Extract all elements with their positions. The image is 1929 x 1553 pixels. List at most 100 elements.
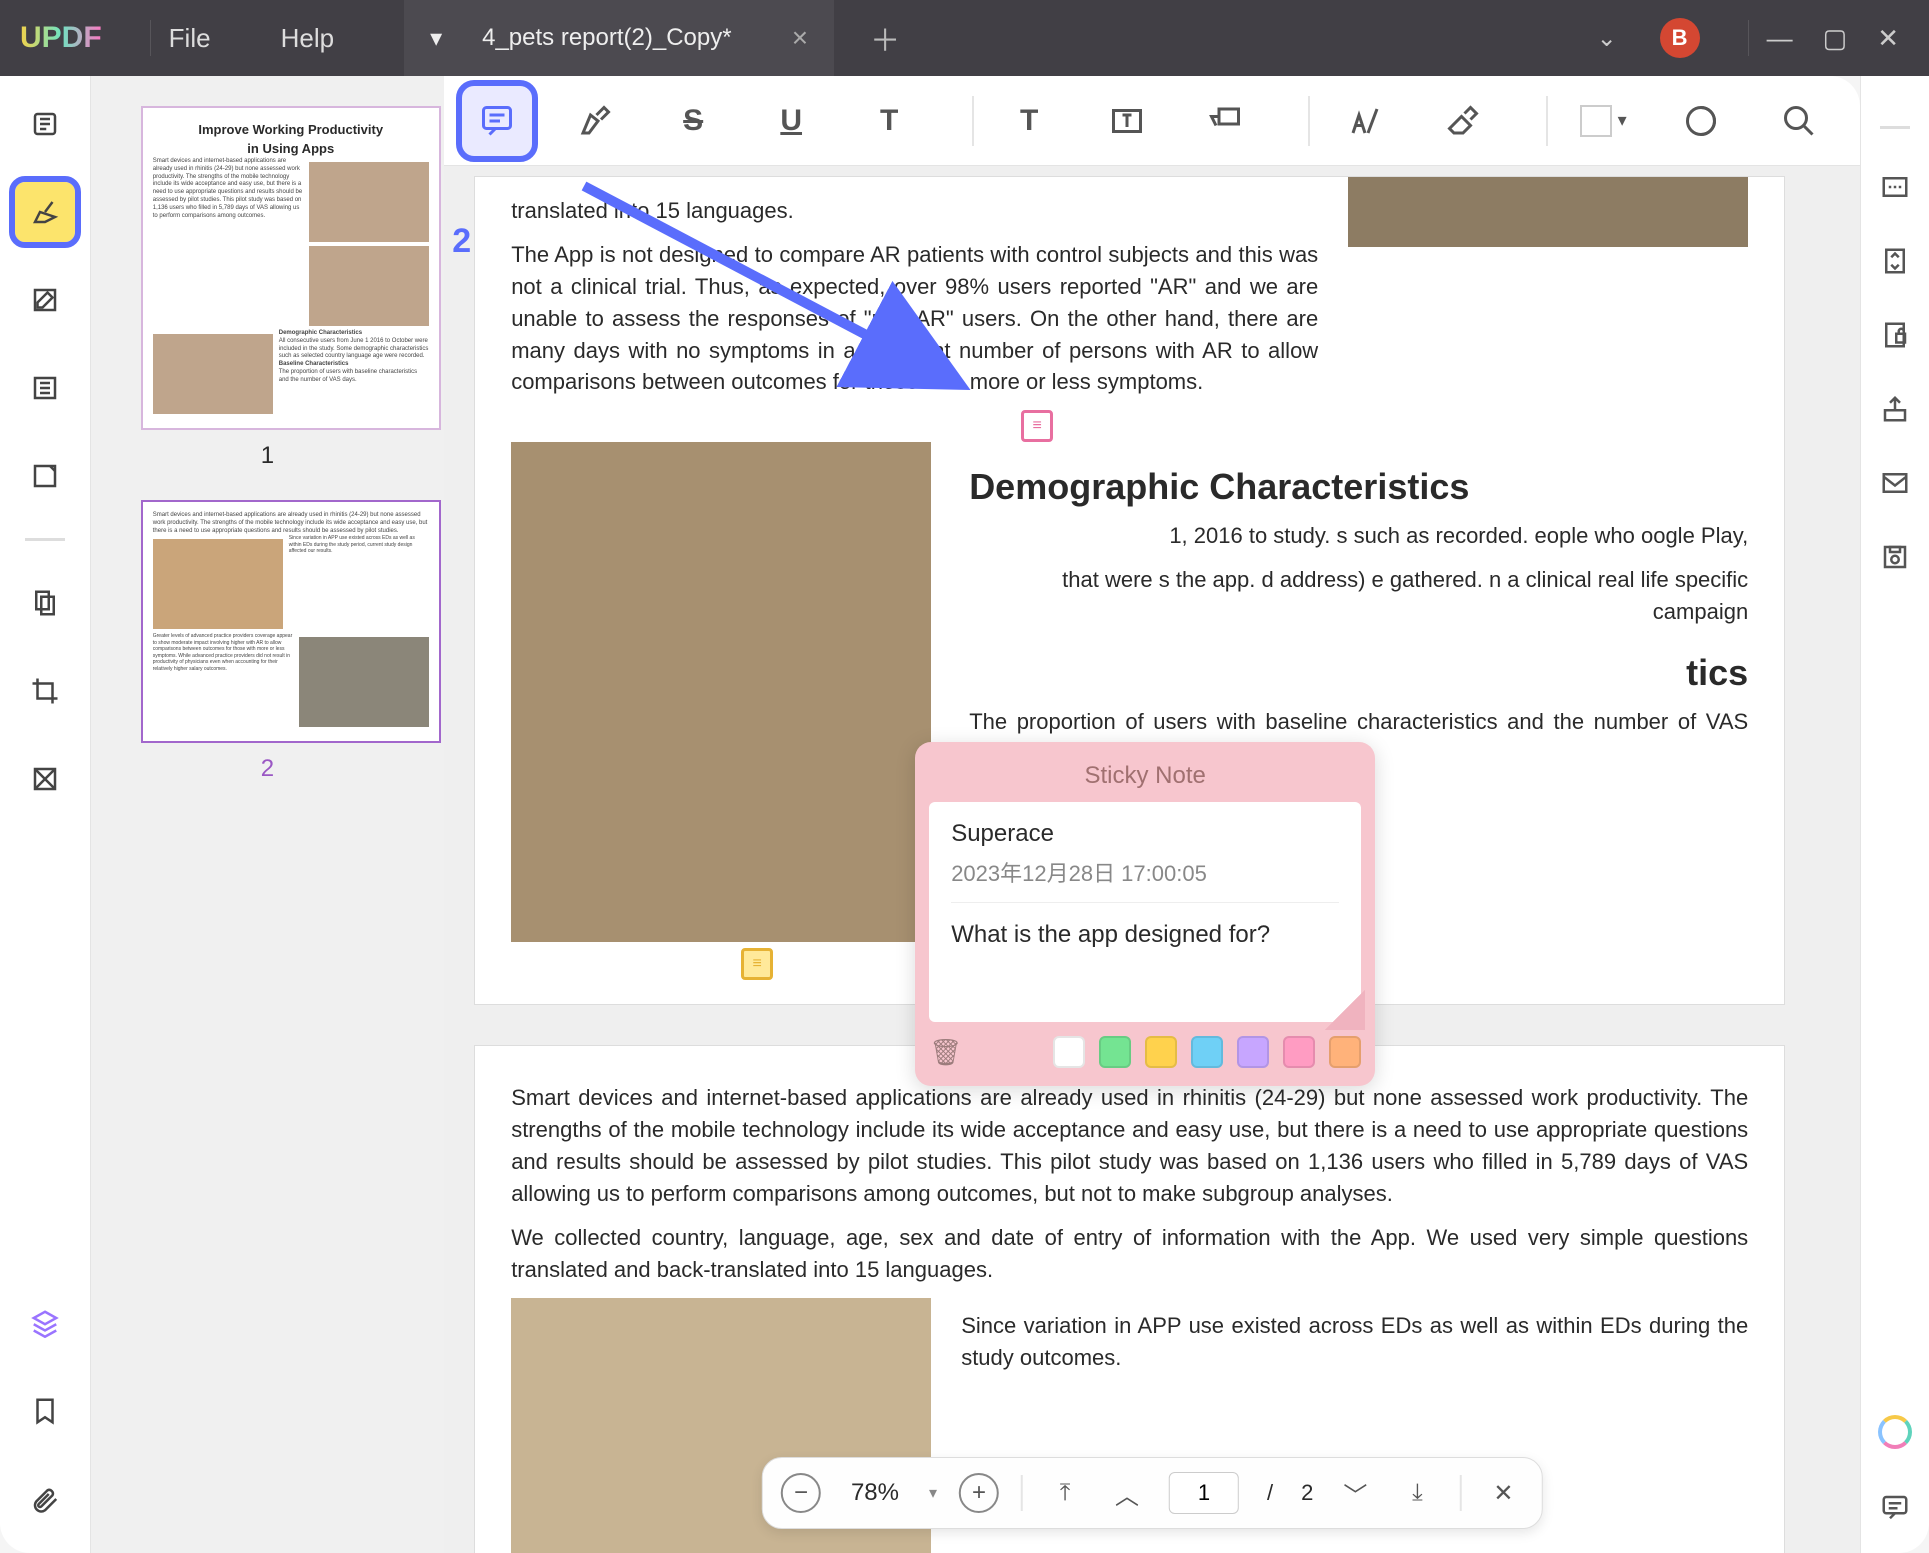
pages-tool[interactable] [15,358,75,418]
redact-tool[interactable] [15,749,75,809]
tab-title: 4_pets report(2)_Copy* [482,24,731,52]
color-swatch[interactable] [1191,1036,1223,1068]
page-1-viewport: translated into 15 languages. The App is… [474,176,1785,1005]
zoom-out-button[interactable]: − [781,1473,821,1513]
sticky-note-popup[interactable]: Sticky Note Superace 2023年12月28日 17:00:0… [915,742,1375,1086]
shape-tool[interactable]: ▾ [1568,86,1638,156]
close-button[interactable]: ✕ [1877,23,1899,54]
layers-tool[interactable] [15,1293,75,1353]
chevron-down-icon[interactable]: ⌄ [1584,15,1630,61]
menu-file[interactable]: File [169,23,211,54]
thumbnail-page-1[interactable]: Improve Working Productivity in Using Ap… [141,106,441,430]
ocr-icon[interactable] [1880,169,1910,203]
page-controls: − 78% ▾ + ⤒ ︿ / 2 ﹀ ⤓ ✕ [762,1457,1542,1529]
sticky-note-marker-icon[interactable]: ≡ [741,948,773,980]
paragraph: translated into 15 languages. [511,195,1318,227]
callout-tool[interactable] [1190,86,1260,156]
document-image [511,442,931,942]
user-avatar[interactable]: B [1660,18,1700,58]
separator [1880,126,1910,129]
first-page-button[interactable]: ⤒ [1045,1473,1085,1513]
sticky-date: 2023年12月28日 17:00:05 [951,856,1339,903]
thumbnail-page-2[interactable]: Smart devices and internet-based applica… [141,500,441,743]
paragraph: Since variation in APP use existed acros… [961,1310,1748,1374]
thumb-page-number: 1 [141,442,394,470]
separator [1021,1475,1023,1511]
tab-dropdown-icon[interactable]: ▾ [430,24,442,53]
attachment-tool[interactable] [15,1469,75,1529]
textbox-tool[interactable] [1092,86,1162,156]
zoom-in-button[interactable]: + [959,1473,999,1513]
color-swatch[interactable] [1329,1036,1361,1068]
email-icon[interactable] [1880,465,1910,499]
document-tab[interactable]: ▾ 4_pets report(2)_Copy* × [404,0,834,76]
sticky-author: Superace [951,820,1339,848]
paragraph: The App is not designed to compare AR pa… [511,239,1318,398]
close-pager-button[interactable]: ✕ [1483,1473,1523,1513]
protect-icon[interactable] [1880,317,1910,351]
last-page-button[interactable]: ⤓ [1397,1473,1437,1513]
share-icon[interactable] [1880,391,1910,425]
comments-panel-icon[interactable] [1880,1489,1910,1523]
thumb-page-number: 2 [141,755,394,783]
color-swatch[interactable] [1283,1036,1315,1068]
underline-tool[interactable]: U [756,86,826,156]
minimize-button[interactable]: — [1767,23,1793,54]
pencil-tool[interactable] [1330,86,1400,156]
zoom-level[interactable]: 78% [851,1479,899,1507]
page-total: 2 [1301,1480,1313,1506]
color-swatch[interactable] [1145,1036,1177,1068]
callout-2: 2 [452,222,471,261]
crop-tool[interactable] [15,661,75,721]
resize-handle[interactable] [1325,990,1365,1030]
paragraph: Smart devices and internet-based applica… [511,1082,1748,1210]
separator [1459,1475,1461,1511]
reader-tool[interactable] [15,94,75,154]
text-tool[interactable]: T [994,86,1064,156]
tab-close-icon[interactable]: × [792,22,808,54]
separator [1546,96,1548,146]
bookmark-tool[interactable] [15,1381,75,1441]
highlight-tool[interactable] [560,86,630,156]
sticky-title: Sticky Note [929,762,1361,790]
separator [1748,20,1749,56]
doc-heading: Demographic Characteristics [969,466,1748,508]
maximize-button[interactable]: ▢ [1823,23,1848,54]
page-input[interactable] [1169,1472,1239,1514]
comment-tool[interactable] [15,182,75,242]
thumb-heading: Demographic Characteristics [279,330,362,336]
thumbnail-panel: Improve Working Productivity in Using Ap… [91,76,444,1553]
organize-tool[interactable] [15,573,75,633]
search-button[interactable] [1764,86,1834,156]
color-swatch[interactable] [1237,1036,1269,1068]
menu-help[interactable]: Help [281,23,334,54]
color-swatch[interactable] [1099,1036,1131,1068]
stamp-tool[interactable] [1666,86,1736,156]
sticky-text[interactable]: What is the app designed for? [951,921,1339,949]
page-sep: / [1267,1480,1273,1506]
ai-assistant-icon[interactable] [1878,1415,1912,1449]
separator [25,538,65,541]
prev-page-button[interactable]: ︿ [1107,1473,1147,1513]
next-page-button[interactable]: ﹀ [1335,1473,1375,1513]
delete-note-icon[interactable]: 🗑 [929,1037,962,1068]
paragraph: that were s the app. d address) e gather… [969,564,1748,628]
save-icon[interactable] [1880,539,1910,573]
annotation-toolbar: S U T T ▾ [444,76,1860,166]
edit-text-tool[interactable] [15,270,75,330]
thumb-heading: Baseline Characteristics [279,361,349,367]
color-swatch[interactable] [1053,1036,1085,1068]
squiggly-tool[interactable]: T [854,86,924,156]
app-logo: UPDF [20,21,102,55]
strikethrough-tool[interactable]: S [658,86,728,156]
thumb-title: Improve Working Productivity [153,122,429,137]
separator [1308,96,1310,146]
zoom-dropdown-icon[interactable]: ▾ [929,1483,937,1503]
separator [150,20,151,56]
new-tab-button[interactable]: ＋ [870,16,900,60]
sticky-note-marker-icon[interactable]: ≡ [1021,410,1053,442]
convert-icon[interactable] [1880,243,1910,277]
eraser-tool[interactable] [1428,86,1498,156]
form-tool[interactable] [15,446,75,506]
sticky-note-tool[interactable] [462,86,532,156]
